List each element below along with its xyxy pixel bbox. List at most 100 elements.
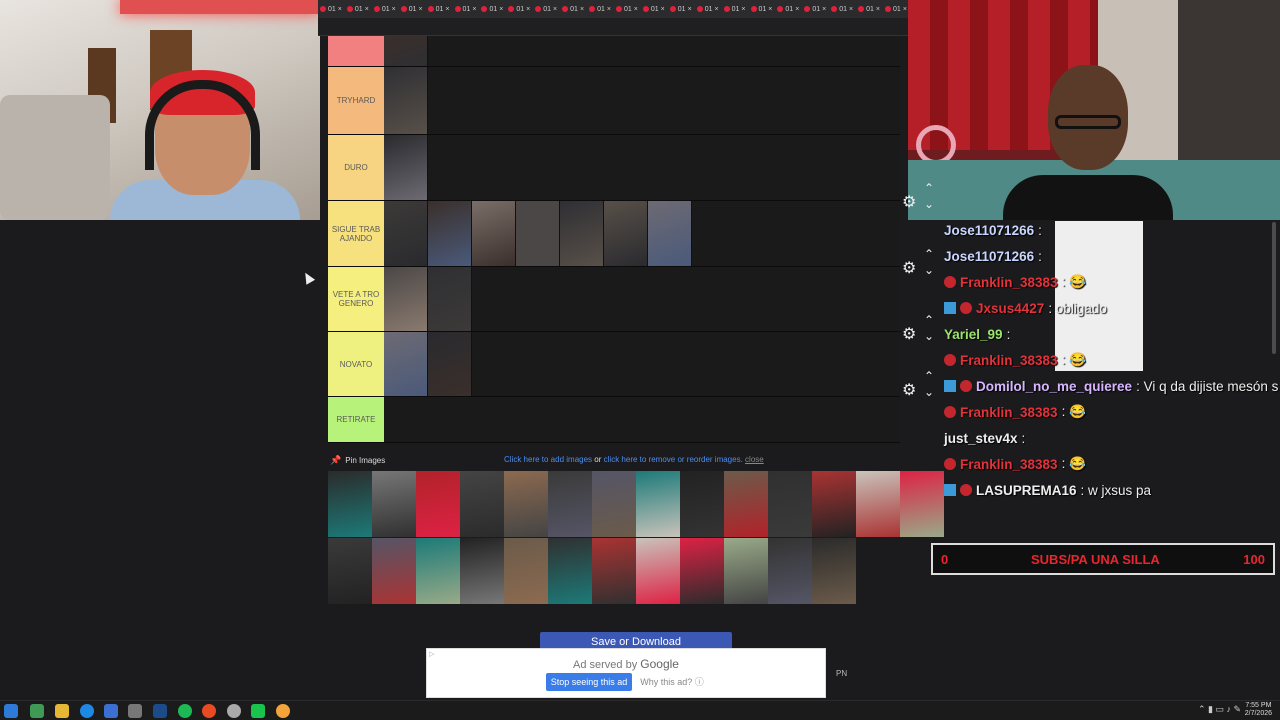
tier-label[interactable]: TRYHARD [328, 67, 384, 134]
chat-username[interactable]: Yariel_99 [944, 327, 1003, 342]
chevron-up-icon[interactable]: ⌃ [924, 182, 934, 194]
tab-close-icon[interactable]: × [822, 6, 826, 13]
close-link[interactable]: close [745, 455, 764, 464]
pen-icon[interactable] [128, 704, 142, 718]
browser-tab[interactable]: 01 × [858, 0, 881, 18]
steam-icon[interactable] [153, 704, 167, 718]
tab-close-icon[interactable]: × [741, 6, 745, 13]
chat-scrollbar[interactable] [1272, 222, 1276, 354]
browser-tab[interactable]: 01 × [346, 0, 370, 18]
tab-close-icon[interactable]: × [499, 6, 503, 13]
tab-close-icon[interactable]: × [445, 6, 449, 13]
stop-seeing-ad-button[interactable]: Stop seeing this ad [546, 673, 632, 691]
remove-images-link[interactable]: click here to remove or reorder images. [604, 455, 743, 464]
tab-close-icon[interactable]: × [876, 6, 880, 13]
tab-close-icon[interactable]: × [365, 6, 369, 13]
browser-tab[interactable]: 01 × [804, 0, 827, 18]
tab-close-icon[interactable]: × [634, 6, 638, 13]
browser-tab[interactable]: 01 × [723, 0, 747, 18]
tier-label[interactable]: SIGUE TRABAJANDO [328, 201, 384, 266]
tier-image[interactable] [648, 201, 692, 266]
tab-close-icon[interactable]: × [472, 6, 476, 13]
chat-username[interactable]: Jose11071266 [944, 223, 1034, 238]
tier-image[interactable] [604, 201, 648, 266]
tab-close-icon[interactable]: × [607, 6, 611, 13]
tier-image[interactable] [384, 332, 428, 396]
add-images-link[interactable]: Click here to add images [504, 455, 592, 464]
chrome-icon[interactable] [80, 704, 94, 718]
tab-close-icon[interactable]: × [661, 6, 665, 13]
chevron-down-icon[interactable]: ⌄ [924, 386, 934, 398]
tier-image[interactable] [384, 267, 428, 331]
gear-icon[interactable]: ⚙ [902, 258, 916, 278]
obs-icon[interactable] [227, 704, 241, 718]
chevron-down-icon[interactable]: ⌄ [924, 198, 934, 210]
chat-username[interactable]: Jxsus4427 [976, 301, 1044, 316]
browser-tab[interactable]: 01 × [400, 0, 424, 18]
tier-image[interactable] [428, 201, 472, 266]
chevron-down-icon[interactable]: ⌄ [924, 264, 934, 276]
why-this-ad-link[interactable]: Why this ad? ⓘ [637, 673, 707, 691]
pool-image[interactable] [372, 471, 416, 537]
tier-image[interactable] [428, 332, 472, 396]
pool-image[interactable] [504, 471, 548, 537]
pin-images-toggle[interactable]: 📌 Pin Images [330, 455, 385, 466]
system-clock[interactable]: 7:55 PM 2/7/2026 [1245, 702, 1272, 718]
pool-image[interactable] [328, 538, 372, 604]
tab-close-icon[interactable]: × [903, 6, 907, 13]
chevron-up-icon[interactable]: ⌃ [924, 314, 934, 326]
pool-image[interactable] [812, 471, 856, 537]
pool-image[interactable] [900, 471, 944, 537]
spotify-icon[interactable] [178, 704, 192, 718]
browser-tab[interactable]: 01 × [615, 0, 639, 18]
tier-image[interactable] [384, 201, 428, 266]
chevron-up-icon[interactable]: ⌃ [924, 370, 934, 382]
chevron-up-icon[interactable]: ⌃ [924, 248, 934, 260]
tier-image[interactable] [472, 201, 516, 266]
tier-label[interactable] [328, 36, 384, 66]
tray-icons[interactable]: ⌃ ▮ ▭ ♪ ✎ [1198, 704, 1241, 715]
browser-icon[interactable] [202, 704, 216, 718]
pool-image[interactable] [460, 471, 504, 537]
tab-close-icon[interactable]: × [580, 6, 584, 13]
chat-username[interactable]: Franklin_38383 [960, 405, 1058, 420]
browser-tab[interactable]: 01 × [481, 0, 504, 18]
pool-image[interactable] [768, 538, 812, 604]
tier-label[interactable]: RETIRATE [328, 397, 384, 442]
chevron-down-icon[interactable]: ⌄ [924, 330, 934, 342]
pool-image[interactable] [592, 538, 636, 604]
tier-label[interactable]: VETE A TRO GENERO [328, 267, 384, 331]
tab-close-icon[interactable]: × [795, 6, 799, 13]
tab-close-icon[interactable]: × [849, 6, 853, 13]
tier-label[interactable]: DURO [328, 135, 384, 200]
chat-username[interactable]: Franklin_38383 [960, 457, 1058, 472]
tab-close-icon[interactable]: × [392, 6, 396, 13]
browser-tab[interactable]: 01 × [642, 0, 666, 18]
browser-tab[interactable]: 01 × [454, 0, 478, 18]
pool-image[interactable] [724, 538, 768, 604]
chat-username[interactable]: Franklin_38383 [960, 353, 1058, 368]
pool-image[interactable] [636, 471, 680, 537]
pool-image[interactable] [504, 538, 548, 604]
app-icon[interactable] [104, 704, 118, 718]
chat-username[interactable]: Jose11071266 [944, 249, 1034, 264]
chat-username[interactable]: just_stev4x [944, 431, 1018, 446]
tier-image[interactable] [384, 36, 428, 66]
pool-image[interactable] [856, 471, 900, 537]
chrome-alt-icon[interactable] [276, 704, 290, 718]
gear-icon[interactable]: ⚙ [902, 380, 916, 400]
chat-username[interactable]: Domilol_no_me_quieree [976, 379, 1132, 394]
browser-tab[interactable]: 01 × [750, 0, 774, 18]
pool-image[interactable] [680, 471, 724, 537]
tab-close-icon[interactable]: × [338, 6, 342, 13]
browser-tab[interactable]: 01 × [427, 0, 451, 18]
pool-image[interactable] [548, 471, 592, 537]
browser-tab[interactable]: 01 × [562, 0, 585, 18]
chat-username[interactable]: LASUPREMA16 [976, 483, 1077, 498]
start-icon[interactable] [4, 704, 18, 718]
browser-tab[interactable]: 01 × [669, 0, 693, 18]
tab-close-icon[interactable]: × [526, 6, 530, 13]
pool-image[interactable] [416, 538, 460, 604]
browser-tab[interactable]: 01 × [831, 0, 854, 18]
tier-image[interactable] [384, 67, 428, 134]
